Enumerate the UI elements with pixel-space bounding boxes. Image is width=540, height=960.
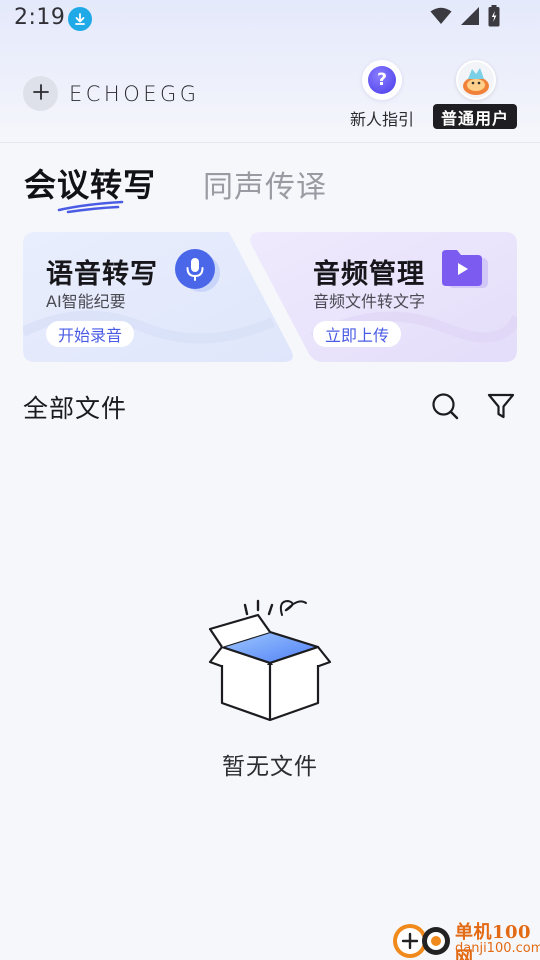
- avatar: [456, 60, 496, 100]
- empty-state-text: 暂无文件: [222, 754, 318, 780]
- filter-icon: [486, 393, 516, 425]
- watermark-url: danji100.com: [455, 941, 540, 956]
- question-icon: ?: [362, 60, 402, 100]
- filter-button[interactable]: [486, 391, 516, 421]
- voice-card-title: 语音转写: [46, 259, 158, 290]
- download-icon: [68, 7, 92, 31]
- newbie-guide-button[interactable]: ? 新人指引: [342, 60, 422, 130]
- plus-icon: [32, 83, 50, 105]
- status-icons: [430, 5, 500, 31]
- status-bar: 2:19: [0, 0, 540, 36]
- empty-box-icon: [202, 593, 338, 723]
- status-time: 2:19: [14, 5, 66, 30]
- user-level-badge: 普通用户: [433, 104, 517, 129]
- guide-label: 新人指引: [349, 110, 414, 129]
- audio-card-title: 音频管理: [313, 259, 425, 290]
- signal-icon: [460, 6, 480, 30]
- app-logo: ECHOEGG: [69, 81, 200, 107]
- header-divider: [0, 142, 540, 143]
- start-recording-button[interactable]: 开始录音: [46, 321, 135, 347]
- add-button[interactable]: [23, 76, 58, 111]
- feature-cards: 语音转写 AI智能纪要 开始录音 音频管理 音频文件转文字 立即上传: [23, 232, 517, 362]
- search-button[interactable]: [430, 391, 460, 421]
- all-files-title: 全部文件: [23, 394, 128, 423]
- search-icon: [430, 393, 460, 425]
- wifi-icon: [430, 7, 452, 29]
- user-profile-button[interactable]: 普通用户: [433, 60, 517, 130]
- site-watermark: 单机100网 danji100.com: [391, 918, 540, 960]
- voice-card-subtitle: AI智能纪要: [46, 292, 126, 311]
- battery-icon: [488, 5, 500, 31]
- mic-icon: [174, 248, 220, 292]
- folder-play-icon: [440, 248, 488, 290]
- tab-active-indicator: [56, 198, 126, 218]
- logo-text: ECHOEGG: [69, 82, 200, 106]
- upload-now-button[interactable]: 立即上传: [313, 321, 402, 347]
- watermark-logo-icon: [391, 920, 453, 960]
- tab-simultaneous-interpretation[interactable]: 同声传译: [203, 162, 327, 206]
- audio-card-subtitle: 音频文件转文字: [313, 292, 426, 311]
